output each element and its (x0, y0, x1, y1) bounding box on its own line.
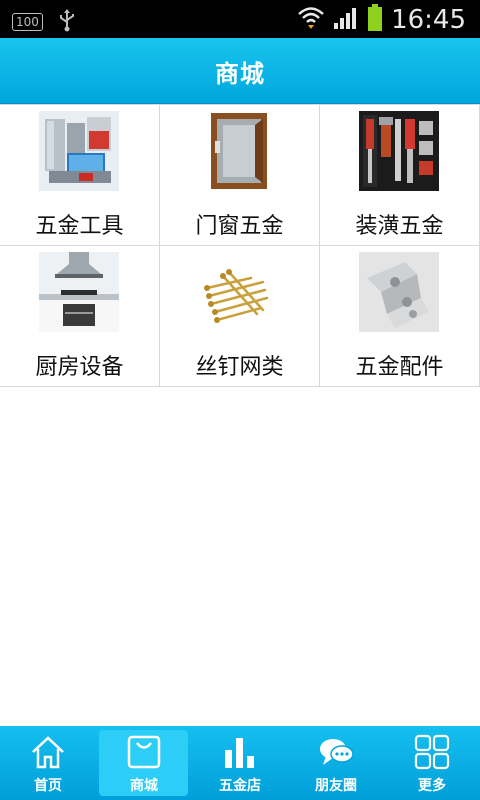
status-left: 100 (12, 8, 77, 36)
kitchen-image (39, 252, 119, 332)
category-tile-windows[interactable]: 门窗五金 (160, 105, 320, 246)
category-label: 丝钉网类 (195, 355, 284, 380)
appliances-image (39, 111, 119, 191)
tab-more[interactable]: 更多 (384, 726, 480, 800)
tab-mall[interactable]: 商城 (96, 726, 192, 800)
status-right: 16:45 (297, 4, 466, 36)
tab-label: 朋友圈 (315, 778, 357, 794)
status-time: 16:45 (391, 5, 466, 35)
tab-label: 更多 (418, 778, 446, 794)
category-tile-decoration[interactable]: 装潢五金 (320, 105, 480, 246)
tab-moments[interactable]: 朋友圈 (288, 726, 384, 800)
category-label: 门窗五金 (195, 214, 284, 239)
page-title: 商城 (215, 60, 265, 88)
category-tile-accessories[interactable]: 五金配件 (320, 246, 480, 387)
category-tile-screws[interactable]: 丝钉网类 (160, 246, 320, 387)
tab-label: 首页 (34, 778, 62, 794)
hinge-image (359, 252, 439, 332)
tab-label: 商城 (130, 778, 158, 794)
toolkit-image (359, 111, 439, 191)
window-image (199, 111, 279, 191)
signal-icon (333, 6, 359, 34)
home-icon (30, 734, 66, 770)
category-label: 五金工具 (35, 214, 124, 239)
nails-image (199, 252, 279, 332)
wifi-icon (297, 5, 325, 35)
category-tile-kitchen[interactable]: 厨房设备 (0, 246, 160, 387)
tab-label: 五金店 (219, 778, 261, 794)
bar-chart-icon (222, 734, 258, 770)
shopping-bag-icon (126, 734, 162, 770)
category-grid: 五金工具 门窗五金 装潢五金 厨房设备 丝钉网类 五金配件 (0, 104, 480, 387)
category-label: 装潢五金 (355, 214, 444, 239)
app-header: 商城 (0, 38, 480, 104)
battery-icon (367, 4, 383, 36)
category-label: 厨房设备 (35, 355, 124, 380)
tab-hardware-store[interactable]: 五金店 (192, 726, 288, 800)
usb-icon (57, 8, 77, 36)
category-label: 五金配件 (355, 355, 444, 380)
chat-icon (318, 734, 354, 770)
tab-home[interactable]: 首页 (0, 726, 96, 800)
grid-icon (414, 734, 450, 770)
bottom-tab-bar: 首页 商城 五金店 朋友圈 更多 (0, 726, 480, 800)
status-badge: 100 (12, 13, 43, 31)
category-tile-tools[interactable]: 五金工具 (0, 105, 160, 246)
status-bar: 100 16:45 (0, 0, 480, 38)
